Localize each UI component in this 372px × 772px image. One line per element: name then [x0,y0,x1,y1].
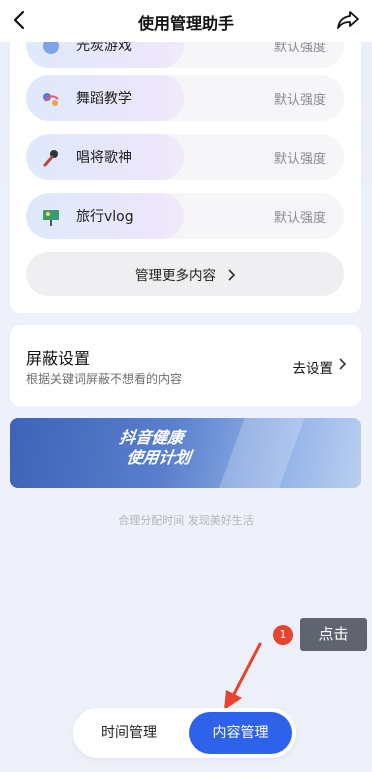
banner-line-2: 使用计划 [125,448,193,467]
row-value: 默认强度 [273,152,326,167]
content-card: 光炭游戏 默认强度 舞蹈教学 默认强度 唱将歌神 默认强度 旅行vlog 默认强… [10,22,361,313]
click-tooltip: 点击 [300,618,367,651]
content-row-travel[interactable]: 旅行vlog 默认强度 [26,193,344,239]
pointer-arrow-icon [224,642,262,710]
chevron-right-icon [228,269,236,281]
top-bar: 使用管理助手 [0,0,372,42]
banner-decoration [208,418,312,488]
row-label: 舞蹈教学 [76,91,132,107]
health-plan-banner[interactable]: 抖音健康 使用计划 [10,418,361,488]
row-value: 默认强度 [273,93,326,108]
dance-icon [43,93,59,106]
microphone-icon [43,150,58,167]
row-label: 唱将歌神 [76,150,132,166]
banner-line-1: 抖音健康 [118,428,185,447]
row-label: 旅行vlog [76,209,134,225]
page-title: 使用管理助手 [137,14,234,33]
bottom-tab-bar: 时间管理 内容管理 [73,708,296,758]
chevron-right-icon [339,358,346,370]
travel-icon [43,210,59,226]
content-row-singing[interactable]: 唱将歌神 默认强度 [26,134,344,180]
block-settings-subtitle: 根据关键词屏蔽不想看的内容 [26,372,183,386]
block-settings-card[interactable]: 屏蔽设置 根据关键词屏蔽不想看的内容 去设置 [10,325,361,406]
tab-time-management[interactable]: 时间管理 [77,712,181,754]
tab-content-management[interactable]: 内容管理 [189,712,292,754]
share-icon[interactable] [336,9,360,31]
block-settings-title: 屏蔽设置 [26,349,91,368]
manage-more-label: 管理更多内容 [134,268,216,284]
banner-text: 抖音健康 使用计划 [115,428,195,468]
manage-more-button[interactable]: 管理更多内容 [26,252,344,296]
row-value: 默认强度 [273,211,326,226]
slogan-text: 合理分配时间 发现美好生活 [118,514,254,527]
step-badge: 1 [273,625,293,645]
go-settings-link[interactable]: 去设置 [293,357,334,377]
content-row-dance[interactable]: 舞蹈教学 默认强度 [26,75,344,121]
